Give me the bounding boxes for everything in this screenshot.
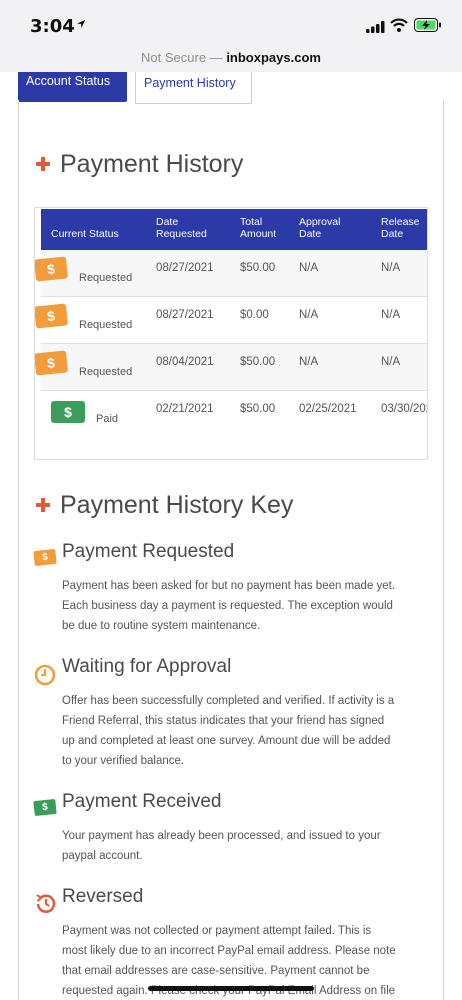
key-title-reversed: Reversed	[62, 886, 144, 907]
money-orange-icon: $	[35, 256, 69, 282]
table-header: Current Status Date Requested Total Amou…	[41, 209, 427, 250]
key-title-payment-requested: Payment Requested	[62, 541, 235, 562]
col-approval-date-line2: Date	[299, 228, 322, 240]
table-row: $ Requested 08/27/2021 $0.00 N/A N/A	[35, 297, 427, 344]
wifi-icon	[390, 18, 408, 32]
key-desc-line: paypal account.	[62, 850, 143, 862]
row-approval-date: N/A	[299, 309, 319, 321]
plus-icon	[36, 498, 50, 512]
col-date-requested-line2: Requested	[156, 228, 207, 240]
table-row: $ Requested 08/04/2021 $50.00 N/A N/A	[35, 344, 427, 391]
table-row: $ Requested 08/27/2021 $50.00 N/A N/A	[35, 250, 427, 297]
row-release-date: N/A	[381, 356, 401, 368]
row-status: Requested	[79, 272, 133, 284]
row-release-date: N/A	[381, 262, 401, 274]
key-desc-line: Each business day a payment is requested…	[62, 600, 393, 612]
row-date-requested: 08/04/2021	[156, 356, 214, 368]
row-approval-date: N/A	[299, 262, 319, 274]
row-approval-date: N/A	[299, 356, 319, 368]
key-desc-line: Offer has been successfully completed an…	[62, 695, 395, 707]
row-date-requested: 08/27/2021	[156, 262, 214, 274]
home-indicator[interactable]	[148, 986, 314, 991]
reverse-clock-icon	[36, 894, 56, 913]
col-total-amount-line1: Total	[240, 216, 263, 228]
key-title-waiting-for-approval: Waiting for Approval	[62, 656, 232, 677]
col-date-requested-line1: Date	[156, 216, 179, 228]
key-desc-line: Friend Referral, this status indicates t…	[62, 715, 385, 727]
key-desc-payment-received: Your payment has already been processed,…	[62, 826, 427, 866]
row-status: Requested	[79, 366, 133, 378]
key-desc-line: be due to routine system maintenance.	[62, 620, 261, 632]
money-orange-icon: $	[35, 303, 69, 329]
row-total: $50.00	[240, 403, 276, 415]
clock-icon	[34, 664, 56, 686]
status-bar: 3:04	[0, 0, 462, 46]
payment-history-key-heading: Payment History Key	[60, 491, 294, 519]
money-orange-icon: $	[33, 548, 57, 567]
col-total-amount-line2: Amount	[240, 228, 277, 240]
row-status: Paid	[96, 413, 119, 425]
col-approval-date-line1: Approval	[299, 216, 341, 228]
key-desc-line: to your verified balance.	[62, 755, 185, 767]
url-bar[interactable]: Not Secure — inboxpays.com	[0, 46, 462, 72]
key-desc-line: Payment was not collected or payment att…	[62, 925, 372, 937]
row-date-requested: 02/21/2021	[156, 403, 214, 415]
col-current-status: Current Status	[51, 228, 119, 240]
location-arrow-icon	[77, 20, 85, 28]
money-green-icon: $	[51, 401, 85, 423]
row-total: $50.00	[240, 356, 276, 368]
row-release-date: 03/30/2021	[381, 403, 427, 415]
row-status: Requested	[79, 319, 133, 331]
row-total: $50.00	[240, 262, 276, 274]
key-desc-line: up and completed at least one survey. Am…	[62, 735, 391, 747]
key-desc-line: most likely due to an incorrect PayPal e…	[62, 945, 396, 957]
key-desc-waiting-for-approval: Offer has been successfully completed an…	[62, 691, 427, 771]
cellular-signal-icon	[366, 21, 385, 33]
col-release-date-line2: Date	[381, 228, 404, 240]
tab-account-status[interactable]: Account Status	[18, 72, 127, 102]
payment-history-heading: Payment History	[60, 150, 244, 178]
row-date-requested: 08/27/2021	[156, 309, 214, 321]
clock-time: 3:04	[30, 16, 75, 37]
key-desc-payment-requested: Payment has been asked for but no paymen…	[62, 576, 427, 636]
row-release-date: N/A	[381, 309, 401, 321]
key-desc-line: Payment has been asked for but no paymen…	[62, 580, 396, 592]
key-title-payment-received: Payment Received	[62, 791, 222, 812]
money-green-icon: $	[33, 798, 57, 817]
plus-icon	[36, 157, 50, 171]
payment-history-table: Current Status Date Requested Total Amou…	[34, 207, 428, 460]
money-orange-icon: $	[35, 350, 69, 376]
table-row: $ Paid 02/21/2021 $50.00 02/25/2021 03/3…	[41, 391, 427, 438]
url-security-label: Not Secure —	[141, 50, 227, 65]
key-desc-line: Your payment has already been processed,…	[62, 830, 381, 842]
battery-charging-icon	[414, 18, 441, 32]
key-desc-line: that email addresses are case-sensitive.…	[62, 965, 370, 977]
row-approval-date: 02/25/2021	[299, 403, 357, 415]
url-domain: inboxpays.com	[226, 50, 321, 65]
col-release-date-line1: Release	[381, 216, 420, 228]
row-total: $0.00	[240, 309, 269, 321]
